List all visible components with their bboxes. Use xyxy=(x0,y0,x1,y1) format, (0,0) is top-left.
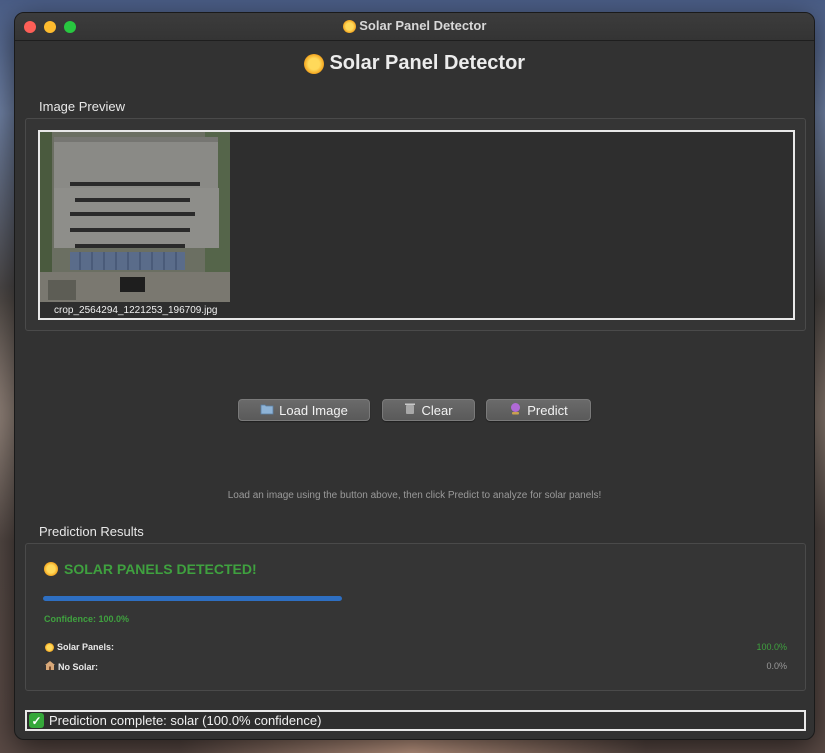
solar-panels-value: 100.0% xyxy=(756,642,787,652)
page-title-text: Solar Panel Detector xyxy=(329,52,526,74)
result-heading-text: SOLAR PANELS DETECTED! xyxy=(64,561,257,577)
solar-panels-row-label: Solar Panels: xyxy=(45,642,114,652)
predict-label: Predict xyxy=(527,402,568,418)
image-preview-canvas: crop_2564294_1221253_196709.jpg xyxy=(38,130,795,320)
image-preview-frame: crop_2564294_1221253_196709.jpg xyxy=(25,118,806,331)
sun-icon xyxy=(45,642,54,652)
preview-filename: crop_2564294_1221253_196709.jpg xyxy=(54,305,218,316)
load-image-button[interactable]: Load Image xyxy=(238,399,370,421)
load-image-label: Load Image xyxy=(279,402,348,418)
titlebar: Solar Panel Detector xyxy=(15,13,814,41)
prediction-results-label: Prediction Results xyxy=(39,524,144,539)
trash-icon xyxy=(404,402,416,418)
image-preview-label: Image Preview xyxy=(39,99,125,114)
confidence-text: Confidence: 100.0% xyxy=(44,614,130,624)
confidence-progress-bar xyxy=(43,596,342,601)
titlebar-title-text: Solar Panel Detector xyxy=(359,18,487,33)
page-title: Solar Panel Detector xyxy=(15,52,814,75)
titlebar-title: Solar Panel Detector xyxy=(15,18,814,34)
sun-icon xyxy=(342,20,356,34)
prediction-results-frame: SOLAR PANELS DETECTED! Confidence: 100.0… xyxy=(25,543,806,691)
solar-panels-label-text: Solar Panels: xyxy=(57,642,115,652)
status-bar: ✓ Prediction complete: solar (100.0% con… xyxy=(25,710,806,731)
house-icon xyxy=(45,661,55,672)
no-solar-row-label: No Solar: xyxy=(45,661,98,672)
folder-icon xyxy=(260,403,274,418)
result-heading: SOLAR PANELS DETECTED! xyxy=(44,561,257,577)
sun-icon xyxy=(44,562,58,576)
no-solar-value: 0.0% xyxy=(766,661,787,671)
aerial-roof-image xyxy=(40,132,230,302)
status-text: Prediction complete: solar (100.0% confi… xyxy=(49,713,322,728)
crystal-ball-icon xyxy=(509,402,522,418)
app-window: Solar Panel Detector Solar Panel Detecto… xyxy=(14,12,815,740)
instruction-hint: Load an image using the button above, th… xyxy=(227,490,602,501)
predict-button[interactable]: Predict xyxy=(486,399,591,421)
sun-icon xyxy=(303,53,324,74)
clear-label: Clear xyxy=(421,402,453,418)
no-solar-label-text: No Solar: xyxy=(58,661,99,672)
confidence-progress-fill xyxy=(43,596,342,601)
checkmark-icon: ✓ xyxy=(29,713,44,728)
preview-image xyxy=(40,132,230,302)
clear-button[interactable]: Clear xyxy=(382,399,475,421)
